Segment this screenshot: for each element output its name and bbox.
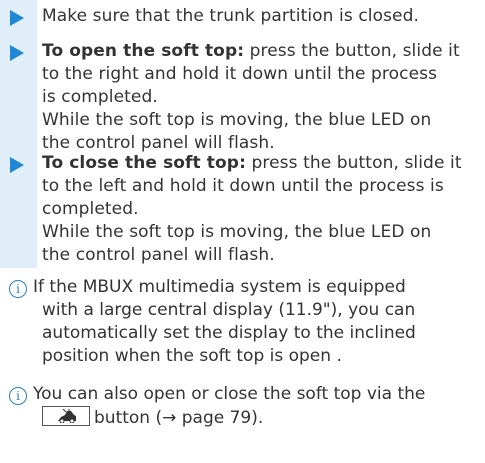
step-1-line-1: Make sure that the trunk partition is cl… (42, 6, 419, 26)
step-3-text: To close the soft top: press the button,… (42, 152, 478, 267)
info-icon: i (9, 387, 27, 405)
info-note-1-text: If the MBUX multimedia system is equippe… (33, 276, 483, 368)
step-2-heading: To open the soft top: (42, 41, 245, 61)
step-2-line-4: While the soft top is moving, the blue L… (42, 110, 432, 130)
info-note-2-line-2: button (→ page 79). (33, 406, 483, 430)
step-3-line-2: to the left and hold it down until the p… (42, 176, 444, 196)
info-note-1-line-2: with a large central display (11.9"), yo… (42, 300, 416, 320)
step-3-line-4: While the soft top is moving, the blue L… (42, 222, 432, 242)
info-note-1-line-3: automatically set the display to the inc… (42, 323, 416, 343)
triangle-right-icon (10, 157, 24, 173)
info-note-2-line-1: You can also open or close the soft top … (33, 384, 426, 404)
step-3-line-3: completed. (42, 199, 139, 219)
step-3-heading-rest: press the button, slide it (245, 153, 462, 173)
info-icon: i (9, 280, 27, 298)
step-2-text: To open the soft top: press the button, … (42, 40, 478, 155)
info-note-2-button-suffix: button (→ page 79). (94, 408, 264, 428)
info-note-1-line-4: position when the soft top is open . (42, 346, 342, 366)
step-2-heading-rest: press the button, slide it (244, 41, 460, 61)
step-3-line-1: To close the soft top: press the button,… (42, 152, 478, 175)
info-note-1-line-1: If the MBUX multimedia system is equippe… (33, 277, 406, 297)
triangle-right-icon (10, 10, 24, 26)
step-2-line-1: To open the soft top: press the button, … (42, 40, 478, 63)
steps-highlight-band (0, 0, 37, 268)
convertible-roof-icon (58, 409, 76, 423)
convertible-roof-button-symbol (42, 406, 90, 426)
instruction-steps: Make sure that the trunk partition is cl… (0, 0, 485, 268)
step-2-line-2: to the right and hold it down until the … (42, 64, 438, 84)
triangle-right-icon (10, 45, 24, 61)
step-3-heading: To close the soft top: (42, 153, 246, 173)
info-note-2-text: You can also open or close the soft top … (33, 383, 483, 430)
step-3-line-5: the control panel will flash. (42, 245, 275, 265)
step-1-text: Make sure that the trunk partition is cl… (42, 5, 478, 28)
step-2-line-3: is completed. (42, 87, 158, 107)
